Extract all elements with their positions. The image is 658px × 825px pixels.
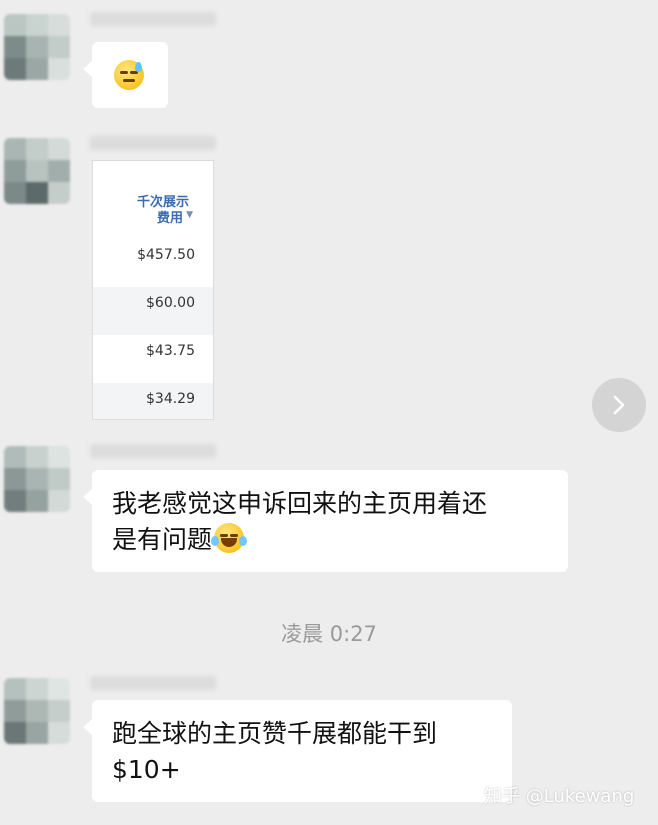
avatar[interactable] xyxy=(4,14,70,80)
table-row: $43.75 xyxy=(93,335,213,383)
sweat-face-icon xyxy=(114,60,144,90)
text-message-bubble[interactable]: 我老感觉这申诉回来的主页用着还 是有问题 xyxy=(83,470,568,572)
avatar[interactable] xyxy=(4,138,70,204)
table-header: 千次展示 费用 ▼ xyxy=(93,161,213,239)
message-line1: 跑全球的主页赞千展都能干到 xyxy=(112,719,438,748)
table-row: $34.29 xyxy=(93,383,213,419)
laughing-crying-icon xyxy=(211,523,248,553)
timestamp: 凌晨 0:27 xyxy=(281,622,377,646)
message-text: 我老感觉这申诉回来的主页用着还 是有问题 xyxy=(112,486,487,558)
cell-value: $60.00 xyxy=(146,295,195,311)
sender-name xyxy=(90,136,216,150)
message-text: 跑全球的主页赞千展都能干到 $10+ xyxy=(112,716,437,788)
sender-name xyxy=(90,12,216,26)
text-message-bubble[interactable]: 跑全球的主页赞千展都能干到 $10+ xyxy=(83,700,512,802)
sender-name xyxy=(90,444,216,458)
cell-value: $43.75 xyxy=(146,343,195,359)
column-header-line2: 费用 xyxy=(156,211,183,226)
message-line2: $10+ xyxy=(112,755,181,784)
message-line2: 是有问题 xyxy=(112,525,213,554)
avatar[interactable] xyxy=(4,678,70,744)
chevron-right-icon xyxy=(613,395,625,415)
next-button[interactable] xyxy=(592,378,646,432)
message-line1: 我老感觉这申诉回来的主页用着还 xyxy=(112,489,488,518)
watermark: 知乎 @Lukewang xyxy=(484,786,635,807)
emoji-message-bubble[interactable] xyxy=(83,42,168,108)
image-message[interactable]: 千次展示 费用 ▼ $457.50 $60.00 $43.75 $34.29 xyxy=(92,160,214,420)
sort-caret-icon: ▼ xyxy=(186,210,193,220)
cell-value: $457.50 xyxy=(137,247,195,263)
sender-name xyxy=(90,676,216,690)
avatar[interactable] xyxy=(4,446,70,512)
table-row: $60.00 xyxy=(93,287,213,335)
table-row: $457.50 xyxy=(93,239,213,287)
cell-value: $34.29 xyxy=(146,391,195,407)
